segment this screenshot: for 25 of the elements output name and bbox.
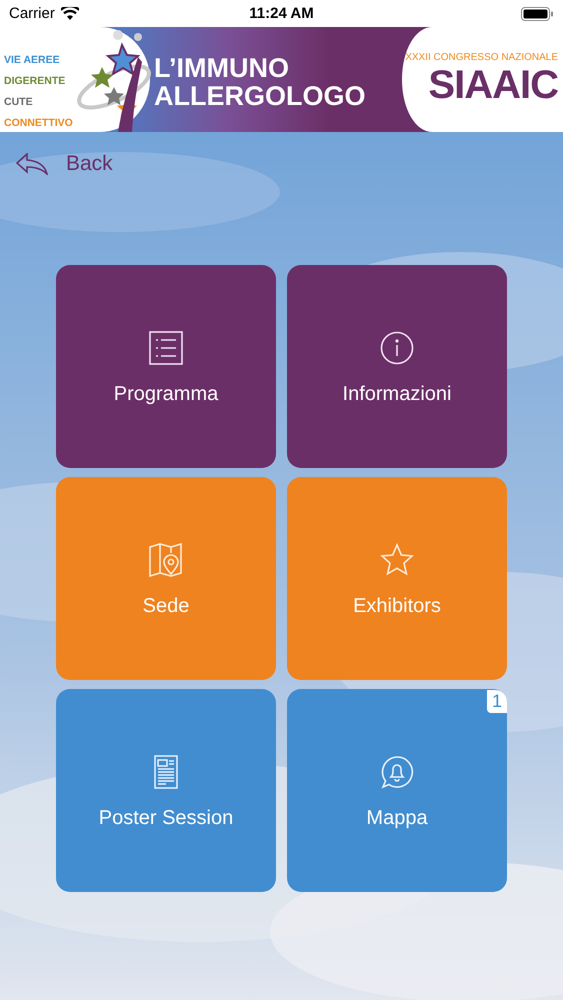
menu-tile[interactable]: Exhibitors [287,477,507,680]
map-pin-icon [149,543,183,577]
list-icon [149,331,183,365]
topic-label: VIE AEREE [4,54,61,66]
menu-tile[interactable]: Poster Session [56,689,276,892]
battery-icon [521,6,554,20]
banner-title: ALLERGOLOGO [154,82,366,110]
topic-label: DIGERENTE [4,75,66,87]
back-arrow-icon [16,153,48,175]
menu-tile[interactable]: Informazioni [287,265,507,468]
congress-acronym: SIAAIC [428,63,558,107]
star-icon [380,543,414,577]
time-label: 11:24 AM [249,5,314,22]
back-button[interactable]: Back [14,150,115,178]
menu-tile[interactable]: Sede [56,477,276,680]
info-icon [380,331,414,365]
chat-bell-icon [380,755,414,789]
carrier-label: Carrier [9,5,55,22]
document-icon [154,755,178,789]
menu-tile[interactable]: Programma [56,265,276,468]
topic-label: CUTE [4,96,34,108]
banner-title: L’IMMUNO [154,54,290,82]
topic-label: CONNETTIVO [4,117,74,129]
wifi-icon [60,7,79,20]
congress-subtitle: XXXII CONGRESSO NAZIONALE [405,52,558,63]
